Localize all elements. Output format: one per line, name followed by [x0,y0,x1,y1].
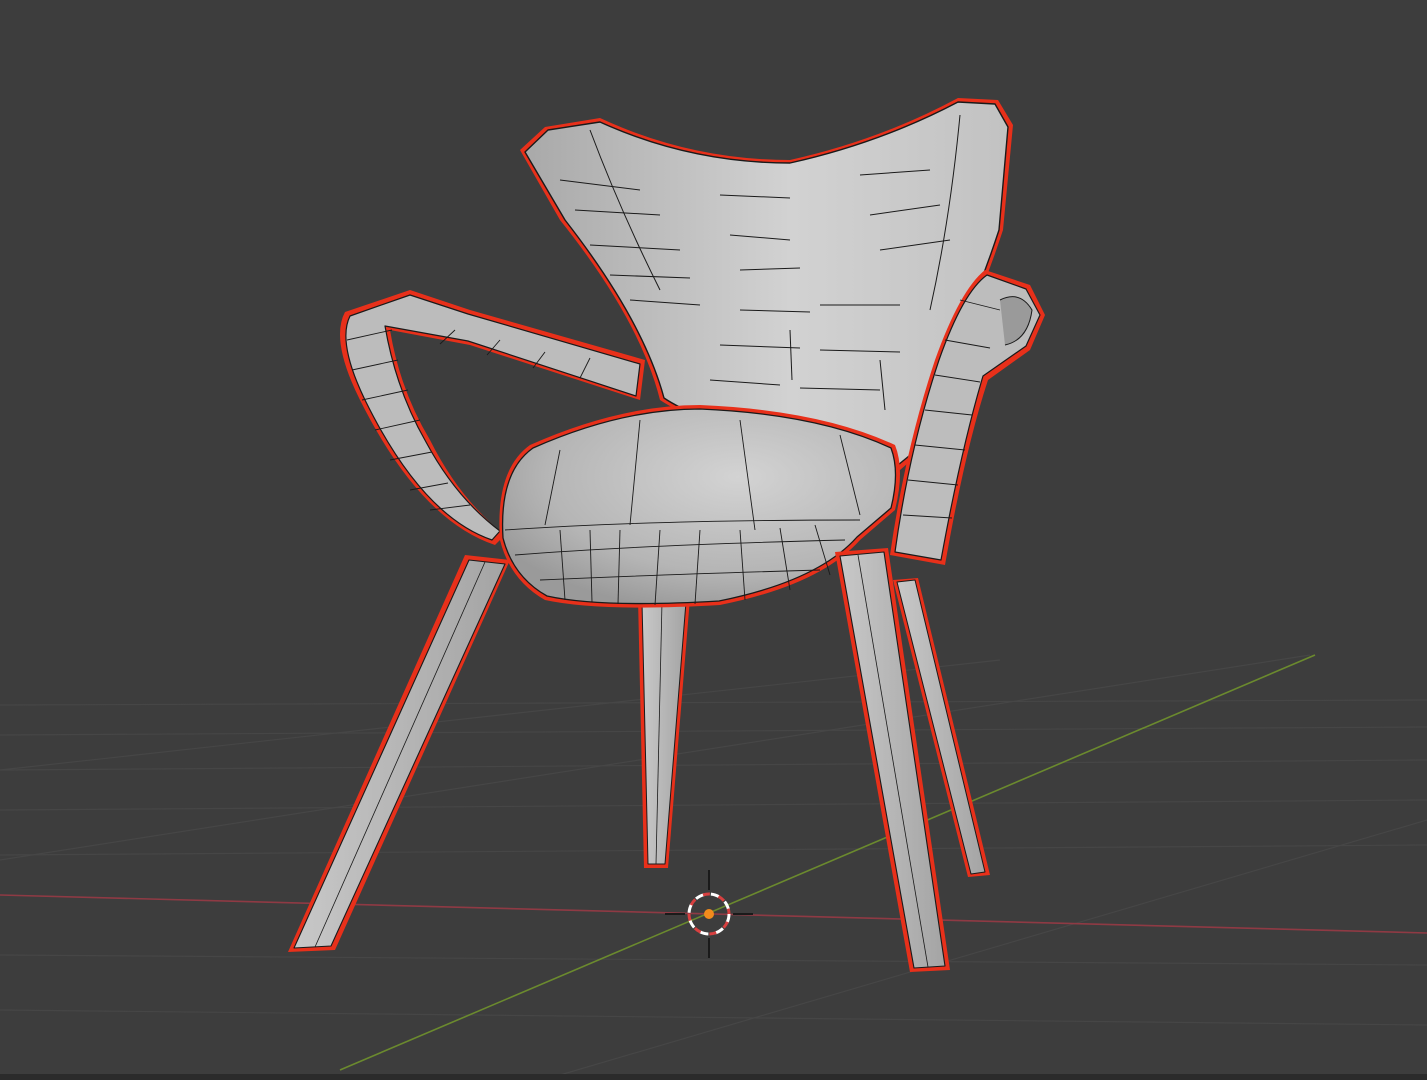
floor-grid [0,654,1427,1076]
viewport-canvas[interactable] [0,0,1427,1080]
front-left-leg[interactable] [288,555,510,952]
back-left-leg[interactable] [638,598,690,868]
viewport-bottom-edge [0,1074,1427,1080]
front-right-leg[interactable] [835,548,950,972]
3d-viewport[interactable] [0,0,1427,1080]
chair-object[interactable] [288,98,1045,972]
y-axis-line [339,654,1316,1071]
object-origin-dot [704,909,714,919]
